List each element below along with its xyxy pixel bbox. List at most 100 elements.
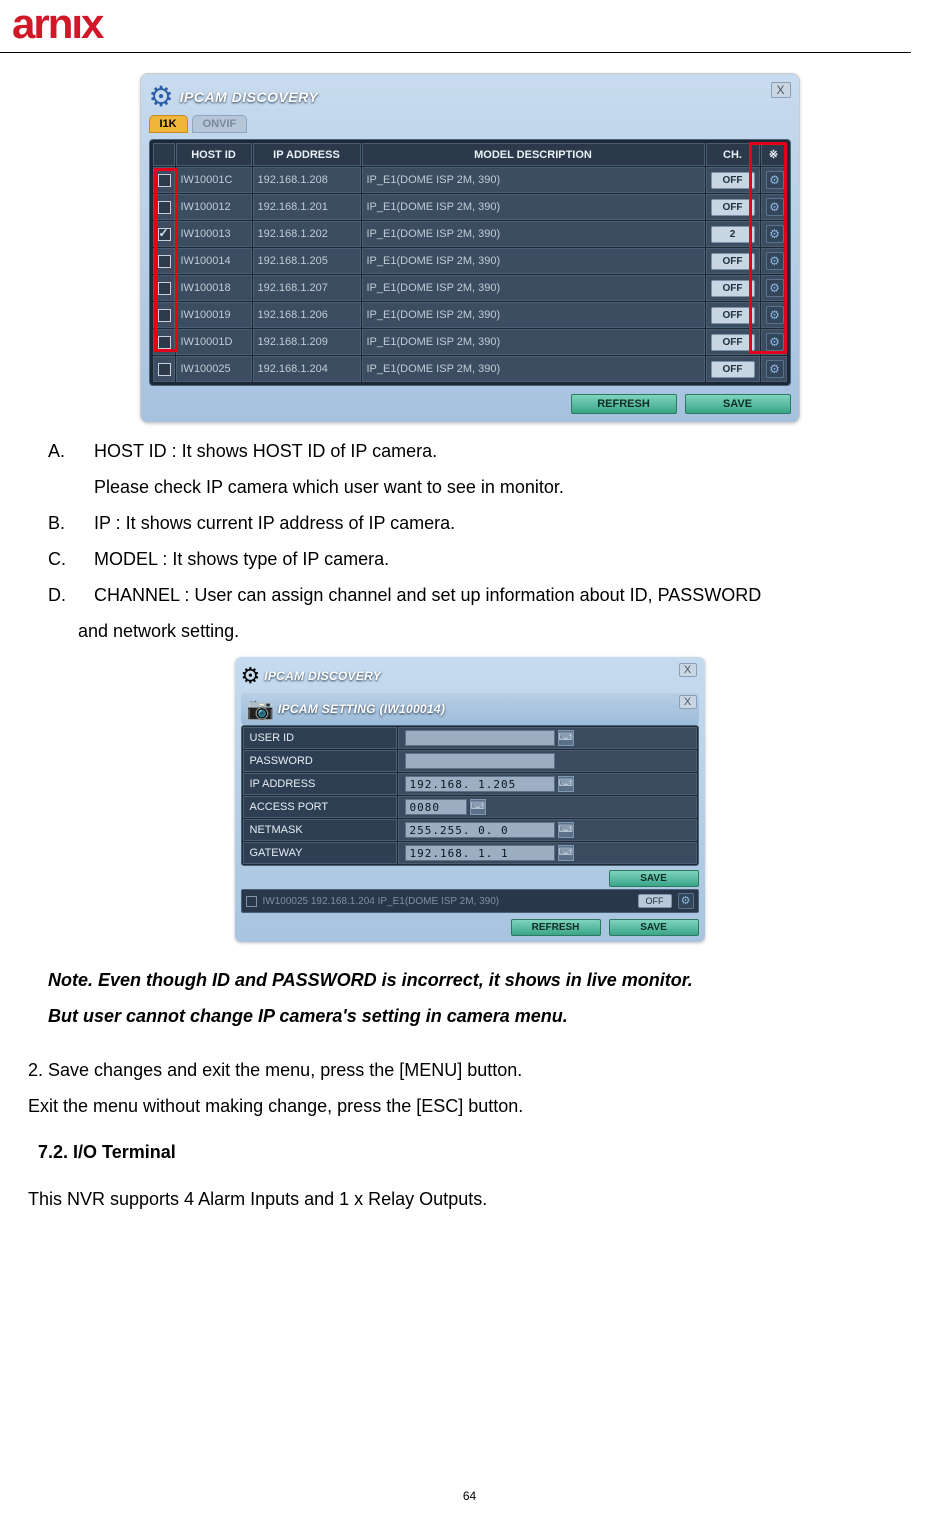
paragraph-b: B. IP : It shows current IP address of I… <box>48 505 911 541</box>
table-row: IW100013192.168.1.202IP_E1(DOME ISP 2M, … <box>153 221 787 247</box>
cell-ip: 192.168.1.208 <box>253 167 361 193</box>
col-hostid: HOST ID <box>176 143 252 166</box>
table-row: IW10001D192.168.1.209IP_E1(DOME ISP 2M, … <box>153 329 787 355</box>
keyboard-icon[interactable]: ⌨ <box>558 822 574 838</box>
gear-icon: ⚙ <box>149 80 174 113</box>
cell-hostid: IW100018 <box>176 275 252 301</box>
cell-ip: 192.168.1.201 <box>253 194 361 220</box>
keyboard-icon[interactable]: ⌨ <box>558 730 574 746</box>
gear-icon[interactable]: ⚙ <box>766 306 784 324</box>
gear-icon[interactable]: ⚙ <box>766 198 784 216</box>
paragraph-a: A. HOST ID : It shows HOST ID of IP came… <box>48 433 911 469</box>
gear-icon[interactable]: ⚙ <box>766 171 784 189</box>
refresh-button[interactable]: REFRESH <box>511 919 601 936</box>
channel-button[interactable]: 2 <box>711 226 755 243</box>
cell-model: IP_E1(DOME ISP 2M, 390) <box>362 302 705 328</box>
close-button[interactable]: X <box>771 82 791 98</box>
keyboard-icon[interactable]: ⌨ <box>470 799 486 815</box>
cell-ip: 192.168.1.206 <box>253 302 361 328</box>
label-netmask: NETMASK <box>243 819 397 841</box>
col-model: MODEL DESCRIPTION <box>362 143 705 166</box>
note-line-1: Note. Even though ID and PASSWORD is inc… <box>48 962 911 998</box>
paragraph-c-prefix: C. <box>48 541 94 577</box>
paragraph-save-exit: 2. Save changes and exit the menu, press… <box>28 1052 911 1088</box>
cell-model: IP_E1(DOME ISP 2M, 390) <box>362 221 705 247</box>
close-button[interactable]: X <box>679 663 697 677</box>
gear-icon[interactable]: ⚙ <box>766 360 784 378</box>
save-button[interactable]: SAVE <box>685 394 791 414</box>
netmask-input[interactable]: 255.255. 0. 0 <box>405 822 555 838</box>
page-number: 64 <box>0 1489 939 1503</box>
cell-model: IP_E1(DOME ISP 2M, 390) <box>362 329 705 355</box>
cell-hostid: IW10001D <box>176 329 252 355</box>
section-heading: 7.2. I/O Terminal <box>28 1142 911 1163</box>
gateway-input[interactable]: 192.168. 1. 1 <box>405 845 555 861</box>
cell-hostid: IW100013 <box>176 221 252 247</box>
userid-input[interactable] <box>405 730 555 746</box>
channel-button[interactable]: OFF <box>711 280 755 297</box>
channel-button[interactable]: OFF <box>711 199 755 216</box>
channel-button[interactable]: OFF <box>711 361 755 378</box>
label-port: ACCESS PORT <box>243 796 397 818</box>
row-checkbox[interactable] <box>158 309 171 322</box>
cell-model: IP_E1(DOME ISP 2M, 390) <box>362 167 705 193</box>
cell-hostid: IW10001C <box>176 167 252 193</box>
row-checkbox[interactable] <box>158 174 171 187</box>
paragraph-d-prefix: D. <box>48 577 94 613</box>
paragraph-esc-exit: Exit the menu without making change, pre… <box>28 1088 911 1124</box>
tab-onvif[interactable]: ONVIF <box>192 115 248 133</box>
password-input[interactable] <box>405 753 555 769</box>
paragraph-c: C. MODEL : It shows type of IP camera. <box>48 541 911 577</box>
gear-icon[interactable]: ⚙ <box>766 225 784 243</box>
cell-ip: 192.168.1.202 <box>253 221 361 247</box>
paragraph-d2: and network setting. <box>48 613 911 649</box>
row-checkbox[interactable] <box>158 228 171 241</box>
save-button-inner[interactable]: SAVE <box>609 870 699 887</box>
header-divider <box>0 52 911 53</box>
table-row: IW100014192.168.1.205IP_E1(DOME ISP 2M, … <box>153 248 787 274</box>
paragraph-d-text: CHANNEL : User can assign channel and se… <box>94 577 911 613</box>
channel-button[interactable]: OFF <box>711 334 755 351</box>
settings-table: USER ID ⌨ PASSWORD IP ADDRESS 192.168. 1… <box>241 725 699 866</box>
cell-hostid: IW100019 <box>176 302 252 328</box>
row-checkbox[interactable] <box>158 282 171 295</box>
cell-model: IP_E1(DOME ISP 2M, 390) <box>362 248 705 274</box>
row-checkbox[interactable] <box>158 201 171 214</box>
checkbox-icon[interactable] <box>246 896 257 907</box>
channel-button[interactable]: OFF <box>711 172 755 189</box>
row-checkbox[interactable] <box>158 363 171 376</box>
channel-button[interactable]: OFF <box>711 253 755 270</box>
dialog-title-outer: IPCAM DISCOVERY <box>264 669 381 683</box>
keyboard-icon[interactable]: ⌨ <box>558 776 574 792</box>
logo: arnıx <box>0 0 911 48</box>
cell-hostid: IW100025 <box>176 356 252 382</box>
gear-icon[interactable]: ⚙ <box>766 279 784 297</box>
row-checkbox[interactable] <box>158 336 171 349</box>
close-button-inner[interactable]: X <box>679 695 697 709</box>
camera-icon: 📷 <box>247 696 274 722</box>
camera-table: HOST ID IP ADDRESS MODEL DESCRIPTION CH.… <box>152 142 788 383</box>
channel-button[interactable]: OFF <box>711 307 755 324</box>
paragraph-b-text: IP : It shows current IP address of IP c… <box>94 505 911 541</box>
label-userid: USER ID <box>243 727 397 749</box>
keyboard-icon[interactable]: ⌨ <box>558 845 574 861</box>
paragraph-c-text: MODEL : It shows type of IP camera. <box>94 541 911 577</box>
dialog-title-inner: IPCAM SETTING (IW100014) <box>278 702 445 716</box>
background-row-text: IW100025 192.168.1.204 IP_E1(DOME ISP 2M… <box>263 896 632 907</box>
port-input[interactable]: 0080 <box>405 799 467 815</box>
ip-input[interactable]: 192.168. 1.205 <box>405 776 555 792</box>
tab-i1k[interactable]: I1K <box>149 115 188 133</box>
gear-icon[interactable]: ⚙ <box>678 893 694 909</box>
col-checkbox <box>153 143 175 166</box>
cell-model: IP_E1(DOME ISP 2M, 390) <box>362 275 705 301</box>
table-header-row: HOST ID IP ADDRESS MODEL DESCRIPTION CH.… <box>153 143 787 166</box>
col-settings: ※ <box>761 143 787 166</box>
gear-icon[interactable]: ⚙ <box>766 333 784 351</box>
row-checkbox[interactable] <box>158 255 171 268</box>
refresh-button[interactable]: REFRESH <box>571 394 677 414</box>
cell-hostid: IW100012 <box>176 194 252 220</box>
save-button[interactable]: SAVE <box>609 919 699 936</box>
table-row: IW100019192.168.1.206IP_E1(DOME ISP 2M, … <box>153 302 787 328</box>
gear-icon[interactable]: ⚙ <box>766 252 784 270</box>
channel-off-button[interactable]: OFF <box>638 894 672 908</box>
